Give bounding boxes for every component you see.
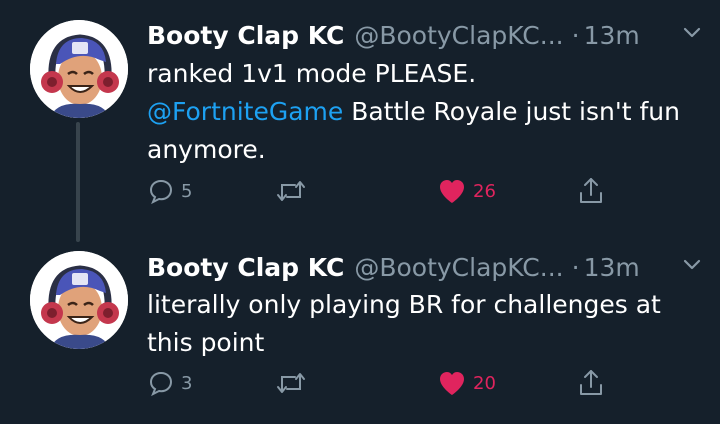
reply-bubble-icon [149, 371, 173, 397]
reply-button[interactable]: 3 [147, 366, 192, 400]
separator-dot: · [571, 20, 580, 50]
mention-link[interactable]: @FortniteGame [147, 97, 343, 126]
tweet-text-line: ranked 1v1 mode PLEASE. [147, 59, 477, 88]
display-name[interactable]: Booty Clap KC [147, 21, 344, 50]
like-button[interactable]: 26 [437, 174, 496, 208]
tweet-thread: Booty Clap KC @BootyClapKC... · 13m rank… [0, 0, 720, 424]
user-handle[interactable]: @BootyClapKC... [354, 253, 563, 282]
share-icon [580, 370, 602, 395]
like-button[interactable]: 20 [437, 366, 496, 400]
display-name[interactable]: Booty Clap KC [147, 253, 344, 282]
avatar-illustration-icon [30, 251, 128, 349]
share-icon [580, 178, 602, 203]
separator-dot: · [571, 252, 580, 282]
share-button[interactable] [577, 366, 605, 400]
tweet[interactable]: Booty Clap KC @BootyClapKC... · 13m rank… [0, 0, 720, 240]
timestamp[interactable]: 13m [584, 253, 640, 282]
heart-filled-icon [440, 372, 464, 395]
retweet-icon [277, 181, 305, 201]
like-count: 26 [473, 180, 496, 202]
avatar-illustration-icon [30, 20, 128, 118]
reply-bubble-icon [149, 179, 173, 205]
reply-count: 3 [181, 372, 193, 394]
retweet-icon [277, 373, 305, 393]
reply-button[interactable]: 5 [147, 174, 192, 208]
tweet-actions: 3 20 [147, 366, 617, 400]
share-button[interactable] [577, 174, 605, 208]
tweet-header: Booty Clap KC @BootyClapKC... · 13m [147, 250, 702, 284]
tweet[interactable]: Booty Clap KC @BootyClapKC... · 13m lite… [0, 248, 720, 424]
retweet-button[interactable] [275, 366, 313, 400]
tweet-text: literally only playing BR for challenges… [147, 290, 661, 357]
avatar[interactable] [30, 20, 128, 118]
like-count: 20 [473, 372, 496, 394]
user-handle[interactable]: @BootyClapKC... [354, 21, 563, 50]
retweet-button[interactable] [275, 174, 313, 208]
tweet-header: Booty Clap KC @BootyClapKC... · 13m [147, 18, 702, 52]
reply-count: 5 [181, 180, 193, 202]
tweet-actions: 5 26 [147, 174, 617, 208]
heart-filled-icon [440, 180, 464, 203]
avatar[interactable] [30, 251, 128, 349]
chevron-down-icon[interactable] [682, 258, 702, 272]
chevron-down-icon[interactable] [682, 26, 702, 40]
timestamp[interactable]: 13m [584, 21, 640, 50]
tweet-text: ranked 1v1 mode PLEASE. @FortniteGame Ba… [147, 55, 690, 169]
